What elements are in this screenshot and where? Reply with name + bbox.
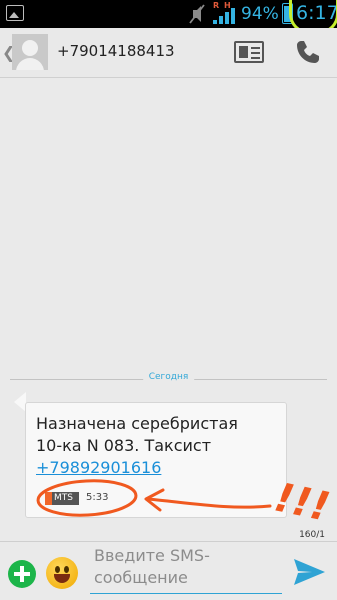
message-bubble[interactable]: Назначена серебристая 10-ка N 083. Такси… <box>25 402 287 518</box>
image-notification-icon <box>6 5 24 21</box>
avatar-body-shape <box>16 58 44 70</box>
contact-card-line <box>251 52 260 54</box>
composer-bar: Введите SMS-сообщение <box>0 541 337 600</box>
message-text-line: Назначена серебристая <box>36 414 238 433</box>
message-text: Назначена серебристая 10-ка N 083. Такси… <box>36 413 276 479</box>
date-label: Сегодня <box>142 372 195 382</box>
smiley-icon[interactable] <box>46 557 78 589</box>
contact-card-photo <box>239 46 248 58</box>
smiley-mouth <box>54 574 70 583</box>
status-bar: R H 94% 6:17 <box>0 0 337 34</box>
contact-card-line <box>251 57 260 59</box>
contact-card-line <box>251 47 260 49</box>
add-icon[interactable] <box>8 560 36 588</box>
avatar[interactable] <box>12 34 48 70</box>
signal-icon <box>213 8 235 24</box>
phone-link[interactable]: +79892901616 <box>36 457 276 479</box>
smiley-eye <box>55 566 60 573</box>
battery-percent: 94% <box>241 4 279 24</box>
date-divider: Сегодня <box>10 372 327 386</box>
avatar-head-shape <box>22 40 38 56</box>
message-text-line: 10-ка N 083. Таксист <box>36 436 212 455</box>
sms-input[interactable]: Введите SMS-сообщение <box>90 544 282 594</box>
smiley-eye <box>64 566 69 573</box>
send-icon[interactable] <box>292 557 326 587</box>
char-counter: 160/1 <box>299 530 325 540</box>
phone-icon[interactable] <box>294 38 322 66</box>
conversation-header: ❮ +79014188413 <box>0 28 337 78</box>
contact-number: +79014188413 <box>57 42 175 60</box>
message-time: 5:33 <box>86 492 109 503</box>
sim-badge: MTS <box>45 492 79 505</box>
contact-card-icon[interactable] <box>234 41 264 63</box>
mute-icon <box>189 4 205 24</box>
